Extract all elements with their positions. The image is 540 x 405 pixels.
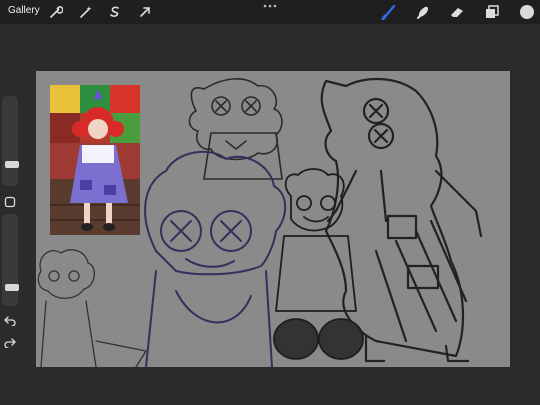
layers-icon[interactable] — [484, 4, 500, 20]
redo-icon[interactable] — [2, 334, 18, 350]
brush-icon[interactable] — [381, 4, 397, 20]
reference-photo-art — [50, 85, 140, 235]
transform-arrow-icon[interactable] — [137, 4, 153, 20]
opacity-handle[interactable] — [5, 284, 19, 291]
gallery-button[interactable]: Gallery — [8, 5, 40, 16]
modify-square-icon[interactable] — [2, 194, 18, 210]
drawing-canvas[interactable] — [36, 71, 510, 367]
eraser-icon[interactable] — [449, 4, 465, 20]
side-toolbar — [0, 96, 20, 356]
magic-wand-icon[interactable] — [78, 4, 94, 20]
color-swatch[interactable] — [519, 4, 535, 20]
brush-size-slider[interactable] — [2, 96, 19, 186]
reference-photo[interactable] — [50, 85, 140, 235]
selection-icon[interactable] — [107, 4, 123, 20]
wrench-icon[interactable] — [48, 4, 64, 20]
top-toolbar: Gallery — [0, 0, 540, 24]
smudge-icon[interactable] — [415, 4, 431, 20]
more-options-icon[interactable] — [262, 2, 278, 10]
undo-icon[interactable] — [2, 312, 18, 328]
opacity-slider[interactable] — [2, 214, 19, 306]
brush-size-handle[interactable] — [5, 160, 19, 168]
